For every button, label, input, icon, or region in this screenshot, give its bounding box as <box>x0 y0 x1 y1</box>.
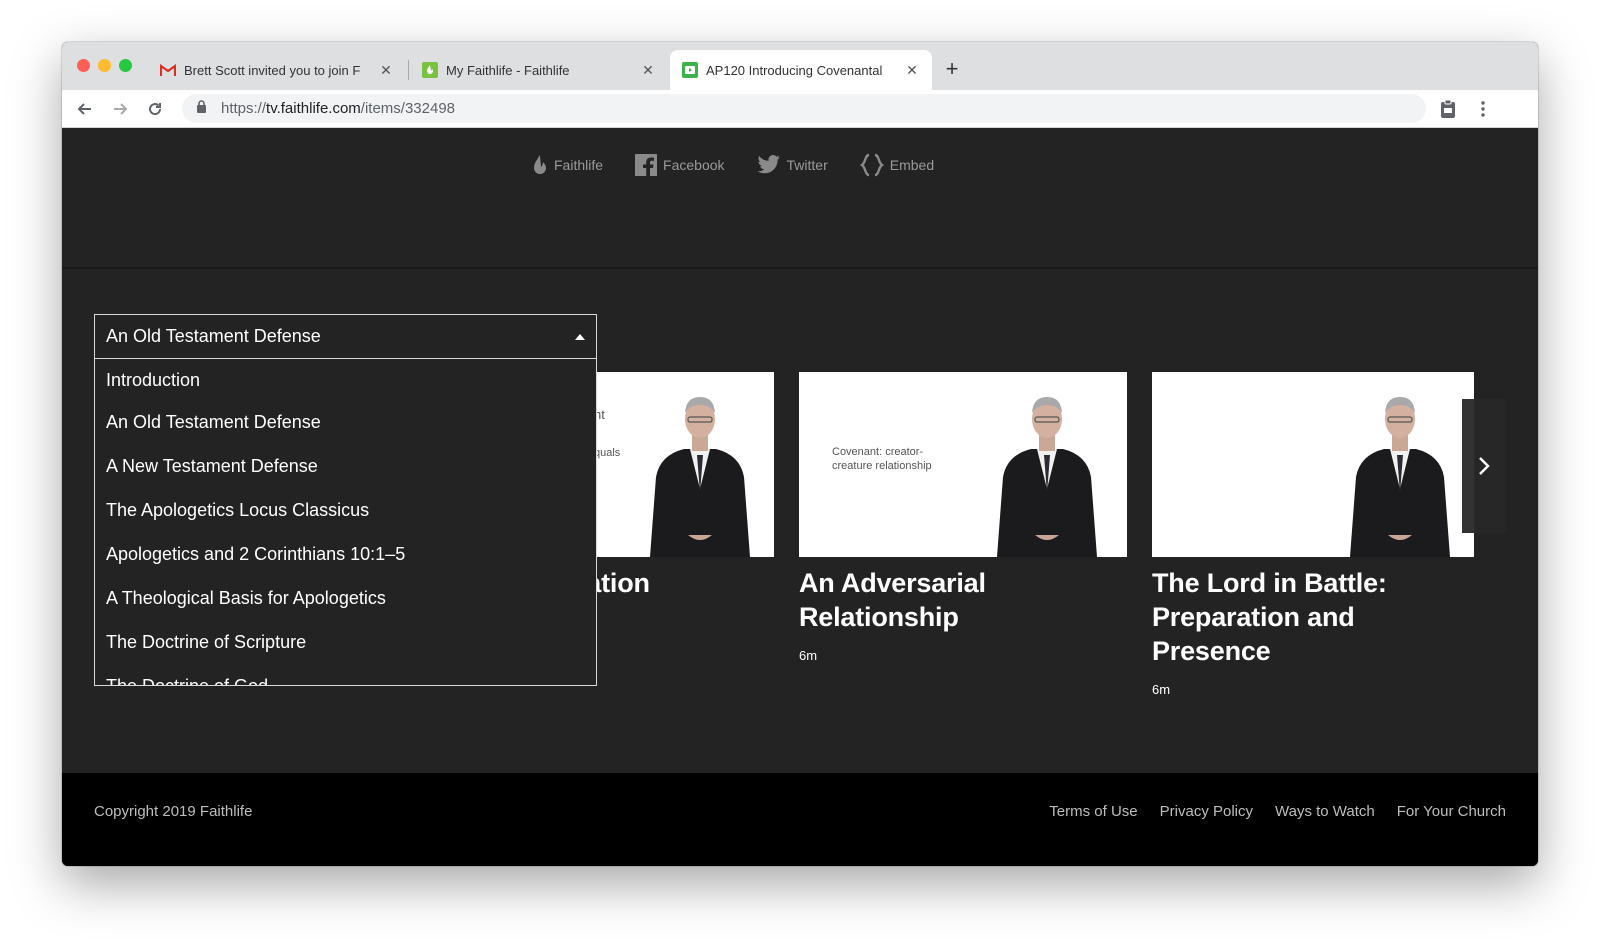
session-dropdown[interactable]: An Old Testament Defense Introduction An… <box>94 314 597 686</box>
video-thumbnail[interactable]: Covenant: creator- creature relationship <box>799 372 1127 557</box>
close-tab-icon[interactable]: ✕ <box>640 62 656 79</box>
session-option-old-testament-defense[interactable]: An Old Testament Defense <box>95 400 596 444</box>
browser-menu-button[interactable] <box>1472 98 1494 120</box>
share-embed-link[interactable]: Embed <box>859 153 934 177</box>
session-option-introduction[interactable]: Introduction <box>95 359 596 400</box>
kebab-menu-icon <box>1481 101 1485 117</box>
session-dropdown-toggle[interactable]: An Old Testament Defense <box>94 314 597 359</box>
maximize-window-button[interactable] <box>119 59 132 72</box>
caret-up-icon <box>575 333 585 340</box>
flame-icon <box>534 155 546 174</box>
reload-button[interactable] <box>144 98 166 120</box>
new-tab-button[interactable]: + <box>940 56 964 82</box>
back-button[interactable] <box>74 98 96 120</box>
tab-separator <box>408 60 409 80</box>
session-option-2-corinthians[interactable]: Apologetics and 2 Corinthians 10:1–5 <box>95 532 596 576</box>
session-option-locus-classicus[interactable]: The Apologetics Locus Classicus <box>95 488 596 532</box>
embed-icon <box>859 153 884 177</box>
session-option-doctrine-of-scripture[interactable]: The Doctrine of Scripture <box>95 620 596 664</box>
tab-title: Brett Scott invited you to join F <box>184 62 361 78</box>
clipboard-icon <box>1441 99 1455 118</box>
gmail-icon <box>160 62 176 78</box>
chevron-right-icon <box>1479 457 1490 475</box>
presenter-image <box>997 397 1097 557</box>
facebook-icon <box>635 154 658 176</box>
share-twitter-link[interactable]: Twitter <box>757 153 828 177</box>
tab-ap120[interactable]: AP120 Introducing Covenantal ✕ <box>670 50 932 90</box>
footer-link-terms[interactable]: Terms of Use <box>1049 803 1137 820</box>
tab-my-faithlife[interactable]: My Faithlife - Faithlife ✕ <box>410 50 668 90</box>
share-facebook-link[interactable]: Facebook <box>635 153 725 177</box>
session-option-new-testament-defense[interactable]: A New Testament Defense <box>95 444 596 488</box>
reload-icon <box>149 103 162 116</box>
share-bar: Faithlife Facebook Twitter Embed <box>62 128 1538 268</box>
browser-toolbar: https://tv.faithlife.com/items/332498 <box>62 90 1538 128</box>
footer-link-ways-to-watch[interactable]: Ways to Watch <box>1275 803 1375 820</box>
tab-title: AP120 Introducing Covenantal <box>706 62 883 78</box>
carousel-next-button[interactable] <box>1462 399 1506 533</box>
page-content: Faithlife Facebook Twitter Embed nt qual… <box>62 128 1538 866</box>
tab-gmail[interactable]: Brett Scott invited you to join F ✕ <box>148 50 406 90</box>
arrow-left-icon <box>77 103 91 115</box>
video-title[interactable]: An Adversarial Relationship <box>799 566 1127 634</box>
arrow-right-icon <box>114 103 128 115</box>
video-carousel-section: nt quals nd Creation <box>62 269 1538 773</box>
close-tab-icon[interactable]: ✕ <box>378 62 394 79</box>
minimize-window-button[interactable] <box>98 59 111 72</box>
tab-title: My Faithlife - Faithlife <box>446 62 570 78</box>
copyright-text: Copyright 2019 Faithlife <box>94 803 253 820</box>
session-option-theological-basis[interactable]: A Theological Basis for Apologetics <box>95 576 596 620</box>
extension-button[interactable] <box>1437 98 1459 120</box>
faithlife-icon <box>422 62 438 78</box>
forward-button[interactable] <box>109 98 131 120</box>
address-bar[interactable]: https://tv.faithlife.com/items/332498 <box>182 94 1426 123</box>
video-title[interactable]: The Lord in Battle: Preparation and Pres… <box>1152 566 1474 668</box>
browser-window: Brett Scott invited you to join F ✕ My F… <box>62 42 1538 866</box>
video-duration: 6m <box>1152 682 1171 697</box>
close-window-button[interactable] <box>77 59 90 72</box>
share-faithlife-link[interactable]: Faithlife <box>532 153 603 177</box>
footer-link-for-your-church[interactable]: For Your Church <box>1397 803 1506 820</box>
presenter-image <box>1350 397 1450 557</box>
session-option-doctrine-of-god[interactable]: The Doctrine of God <box>95 664 596 686</box>
twitter-icon <box>757 155 780 174</box>
url-text: https://tv.faithlife.com/items/332498 <box>221 100 456 117</box>
faithlife-tv-icon <box>682 62 698 78</box>
close-tab-icon[interactable]: ✕ <box>904 62 920 79</box>
session-dropdown-menu[interactable]: Introduction An Old Testament Defense A … <box>94 359 597 686</box>
video-duration: 6m <box>799 648 818 663</box>
tab-strip: Brett Scott invited you to join F ✕ My F… <box>62 42 1538 90</box>
footer-link-privacy[interactable]: Privacy Policy <box>1160 803 1253 820</box>
lock-icon <box>196 100 207 117</box>
session-dropdown-selected: An Old Testament Defense <box>106 326 321 346</box>
video-thumbnail[interactable] <box>1152 372 1474 557</box>
presenter-image <box>650 397 750 557</box>
page-footer: Copyright 2019 Faithlife Terms of Use Pr… <box>62 773 1538 866</box>
